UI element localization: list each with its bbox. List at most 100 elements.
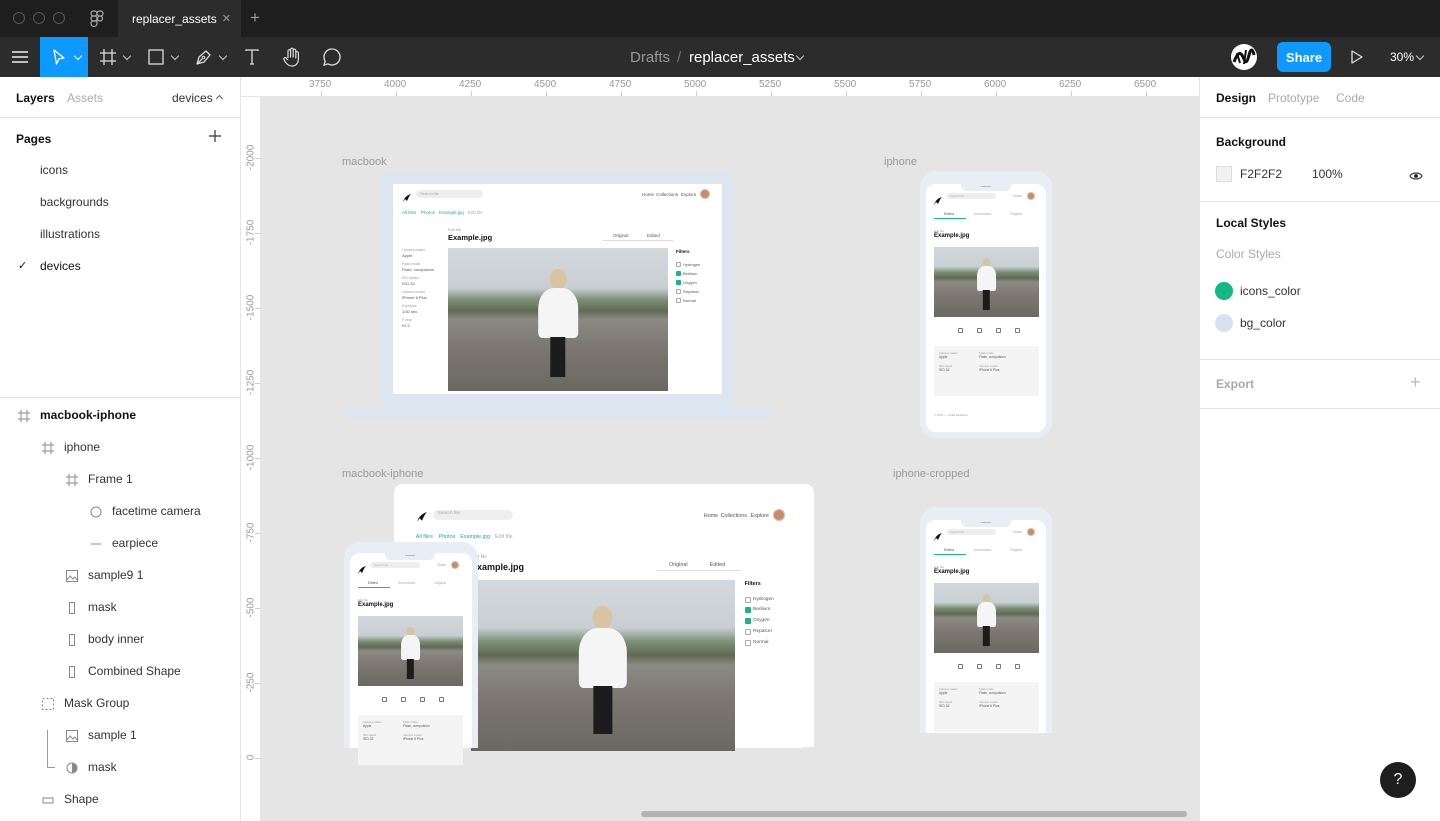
mask-icon <box>66 761 78 779</box>
replacer-logo-icon <box>402 190 412 208</box>
chevron-down-icon[interactable] <box>1415 51 1425 61</box>
new-tab-button[interactable]: + <box>250 8 260 28</box>
move-tool-button[interactable] <box>40 37 88 77</box>
text-tool-button[interactable] <box>236 37 268 77</box>
tab-assets[interactable]: Assets <box>67 91 103 105</box>
chevron-up-icon[interactable] <box>215 94 224 103</box>
pen-icon <box>196 50 211 65</box>
share-button[interactable]: Share <box>1277 42 1331 72</box>
color-style-bg_color[interactable]: bg_color <box>1200 307 1440 339</box>
mock-text: Search file <box>420 191 439 196</box>
ruler-tick-label: 4750 <box>609 79 632 90</box>
layer-item-facetime-camera[interactable]: facetime camera <box>0 495 240 527</box>
avatar[interactable] <box>1231 44 1257 70</box>
eye-icon[interactable] <box>1409 168 1423 186</box>
divider <box>0 117 240 118</box>
background-swatch[interactable] <box>1216 166 1232 182</box>
layer-item-combined-shape[interactable]: Combined Shape <box>0 655 240 687</box>
close-window-button[interactable] <box>13 12 25 24</box>
ruler-tick-label: 5750 <box>909 79 932 90</box>
page-item-label: backgrounds <box>40 195 109 209</box>
layer-item-iphone[interactable]: iphone <box>0 431 240 463</box>
horizontal-scrollbar[interactable] <box>641 811 1187 817</box>
minimize-window-button[interactable] <box>33 12 45 24</box>
present-button[interactable] <box>1346 37 1368 77</box>
layer-item-sample9-1[interactable]: sample9 1 <box>0 559 240 591</box>
layer-item-mask[interactable]: mask <box>0 751 240 783</box>
rect-icon <box>66 665 78 683</box>
legs <box>982 626 991 646</box>
mock-text: Edit file <box>468 210 483 215</box>
shape-tool-button[interactable] <box>140 37 184 77</box>
mock-text: Apple <box>939 691 948 695</box>
layer-item-macbook-iphone[interactable]: macbook-iphone <box>0 399 240 431</box>
color-style-name: bg_color <box>1240 316 1287 330</box>
mock-action-icon <box>401 697 406 702</box>
close-tab-icon[interactable]: × <box>222 10 231 27</box>
frame-label-iphone-cropped[interactable]: iphone-cropped <box>893 468 969 480</box>
zoom-window-button[interactable] <box>53 12 65 24</box>
frame-label-iphone[interactable]: iphone <box>884 156 917 168</box>
page-item-illustrations[interactable]: illustrations <box>0 218 240 250</box>
mock-text: Flash, compulsion <box>403 724 430 728</box>
mock-text: Example.jpg <box>471 561 525 572</box>
mock-action-icon <box>420 697 425 702</box>
add-page-button[interactable] <box>208 129 222 148</box>
layer-item-mask-group[interactable]: Mask Group <box>0 687 240 719</box>
mock-action-icon <box>977 664 982 669</box>
export-add-button[interactable]: + <box>1410 372 1421 393</box>
ruler-tick <box>255 608 260 609</box>
zoom-level[interactable]: 30% <box>1390 50 1414 64</box>
pen-tool-button[interactable] <box>188 37 232 77</box>
layer-label: Frame 1 <box>88 472 133 486</box>
layer-item-frame-1[interactable]: Frame 1 <box>0 463 240 495</box>
chevron-down-icon[interactable] <box>795 51 805 61</box>
mock-avatar <box>451 561 459 569</box>
file-tab[interactable]: replacer_assets × <box>118 0 241 37</box>
page-item-backgrounds[interactable]: backgrounds <box>0 186 240 218</box>
canvas[interactable]: macbook iphone macbook-iphone iphone-cro… <box>262 98 1199 821</box>
color-style-icons_color[interactable]: icons_color <box>1200 275 1440 307</box>
comment-tool-button[interactable] <box>316 37 348 77</box>
checkmark-icon: ✓ <box>18 260 28 272</box>
background-opacity[interactable]: 100% <box>1312 167 1343 181</box>
page-select[interactable]: devices <box>172 91 213 105</box>
mask-group-connector <box>47 730 55 768</box>
mock-text: Hydrogen <box>753 596 774 602</box>
frame-label-macbook-iphone[interactable]: macbook-iphone <box>342 468 423 480</box>
layer-item-sample-1[interactable]: sample 1 <box>0 719 240 751</box>
page-item-icons[interactable]: icons <box>0 154 240 186</box>
figma-home-icon[interactable] <box>90 10 104 33</box>
tab-design[interactable]: Design <box>1216 91 1256 105</box>
page-item-devices[interactable]: ✓ devices <box>0 250 240 282</box>
frame-tool-button[interactable] <box>92 37 136 77</box>
mock-text: ISO-32 <box>402 281 415 286</box>
mock-text: Close <box>1013 530 1022 534</box>
background-hex[interactable]: F2F2F2 <box>1240 167 1282 181</box>
mock-text: Filters <box>676 249 690 254</box>
mock-text: Home <box>703 512 719 519</box>
frame-icon <box>42 441 54 459</box>
layer-item-mask[interactable]: mask <box>0 591 240 623</box>
mock-text: Original <box>1010 548 1023 552</box>
tab-code[interactable]: Code <box>1336 91 1365 105</box>
frame-icon <box>100 49 116 65</box>
filter-checkbox <box>744 618 751 625</box>
help-button[interactable]: ? <box>1380 762 1416 798</box>
layer-label: body inner <box>88 632 145 646</box>
tab-prototype[interactable]: Prototype <box>1268 91 1319 105</box>
breadcrumb-drafts[interactable]: Drafts <box>630 49 670 66</box>
layer-item-earpiece[interactable]: earpiece <box>0 527 240 559</box>
mock-text: Example.jpg <box>358 602 394 608</box>
frame-label-macbook[interactable]: macbook <box>342 156 387 168</box>
main-menu-button[interactable] <box>0 37 40 77</box>
mock-text: Flash, compulsion <box>979 355 1006 359</box>
layer-item-shape[interactable]: Shape <box>0 783 240 815</box>
mock-text: Information <box>974 548 992 552</box>
file-name[interactable]: replacer_assets <box>689 49 795 66</box>
layer-item-body-inner[interactable]: body inner <box>0 623 240 655</box>
hand-tool-button[interactable] <box>276 37 308 77</box>
cursor-icon <box>53 49 65 65</box>
tab-layers[interactable]: Layers <box>16 91 55 105</box>
filter-checkbox <box>676 298 681 303</box>
